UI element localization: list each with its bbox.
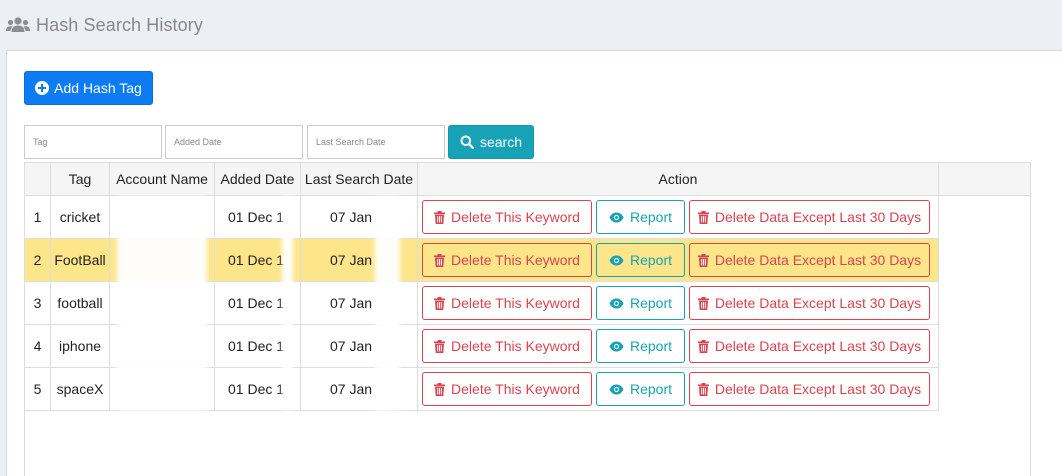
delete-except-label: Delete Data Except Last 30 Days <box>714 209 922 225</box>
users-icon <box>6 16 30 34</box>
tag-cell: spaceX <box>51 368 110 410</box>
trash-icon <box>434 382 446 396</box>
row-number: 3 <box>25 282 51 324</box>
column-header-account-name[interactable]: Account Name <box>110 163 215 195</box>
add-hash-tag-label: Add Hash Tag <box>54 80 142 96</box>
action-cell: Delete This Keyword Report Delete Data Exc… <box>418 325 939 367</box>
last-search-date-redaction <box>375 196 400 411</box>
added-date-redaction <box>282 196 293 411</box>
row-number: 5 <box>25 368 51 410</box>
trash-icon <box>697 339 709 353</box>
column-header-action: Action <box>418 163 939 195</box>
report-button[interactable]: Report <box>596 372 685 406</box>
trash-icon <box>697 382 709 396</box>
tag-cell: FootBall <box>51 239 110 281</box>
delete-keyword-button[interactable]: Delete This Keyword <box>422 200 592 234</box>
grid-header: Tag Account Name Added Date Last Search … <box>25 163 1030 196</box>
eye-icon <box>609 341 624 351</box>
trash-icon <box>434 296 446 310</box>
delete-keyword-label: Delete This Keyword <box>451 252 580 268</box>
page-title: Hash Search History <box>36 14 203 35</box>
search-label: search <box>479 134 523 150</box>
last-search-date-cell: 07 Jan <box>301 196 418 238</box>
last-search-date-filter-input[interactable] <box>307 125 445 159</box>
delete-except-label: Delete Data Except Last 30 Days <box>714 295 922 311</box>
column-header-last-search-date[interactable]: Last Search Date <box>301 163 418 195</box>
search-button[interactable]: search <box>448 125 534 159</box>
action-cell: Delete This Keyword Report Delete Data Exc… <box>418 282 939 324</box>
delete-except-label: Delete Data Except Last 30 Days <box>714 381 922 397</box>
report-label: Report <box>629 381 673 397</box>
trash-icon <box>434 253 446 267</box>
last-search-date-cell: 07 Jan <box>301 368 418 410</box>
search-icon <box>460 135 474 149</box>
eye-icon <box>609 298 624 308</box>
plus-circle-icon <box>35 81 50 95</box>
delete-keyword-button[interactable]: Delete This Keyword <box>422 372 592 406</box>
row-number: 4 <box>25 325 51 367</box>
delete-except-last-30-days-button[interactable]: Delete Data Except Last 30 Days <box>689 200 930 234</box>
report-button[interactable]: Report <box>596 286 685 320</box>
report-label: Report <box>629 252 673 268</box>
column-header-row-number <box>25 163 51 195</box>
content-panel: Add Hash Tag search Tag Account Name Add… <box>6 50 1062 476</box>
add-hash-tag-button[interactable]: Add Hash Tag <box>24 71 153 105</box>
report-button[interactable]: Report <box>596 243 685 277</box>
action-cell: Delete This Keyword Report Delete Data Exc… <box>418 368 939 410</box>
delete-except-last-30-days-button[interactable]: Delete Data Except Last 30 Days <box>689 372 930 406</box>
action-cell: Delete This Keyword Report Delete Data Exc… <box>418 239 939 281</box>
delete-keyword-button[interactable]: Delete This Keyword <box>422 243 592 277</box>
page-header: Hash Search History <box>0 0 1062 50</box>
delete-keyword-label: Delete This Keyword <box>451 338 580 354</box>
eye-icon <box>609 255 624 265</box>
delete-keyword-button[interactable]: Delete This Keyword <box>422 286 592 320</box>
last-search-date-cell: 07 Jan <box>301 282 418 324</box>
trash-icon <box>697 210 709 224</box>
delete-except-label: Delete Data Except Last 30 Days <box>714 338 922 354</box>
tag-cell: cricket <box>51 196 110 238</box>
row-number: 2 <box>25 239 51 281</box>
eye-icon <box>609 212 624 222</box>
report-button[interactable]: Report <box>596 329 685 363</box>
account-name-redaction <box>117 196 207 411</box>
tag-cell: iphone <box>51 325 110 367</box>
delete-except-last-30-days-button[interactable]: Delete Data Except Last 30 Days <box>689 286 930 320</box>
delete-keyword-label: Delete This Keyword <box>451 295 580 311</box>
delete-except-last-30-days-button[interactable]: Delete Data Except Last 30 Days <box>689 243 930 277</box>
delete-except-last-30-days-button[interactable]: Delete Data Except Last 30 Days <box>689 329 930 363</box>
column-header-added-date[interactable]: Added Date <box>215 163 301 195</box>
column-header-filler <box>939 163 1030 195</box>
tag-cell: football <box>51 282 110 324</box>
report-label: Report <box>629 295 673 311</box>
added-date-filter-input[interactable] <box>165 125 303 159</box>
delete-keyword-button[interactable]: Delete This Keyword <box>422 329 592 363</box>
delete-except-label: Delete Data Except Last 30 Days <box>714 252 922 268</box>
tag-filter-input[interactable] <box>24 125 162 159</box>
report-label: Report <box>629 209 673 225</box>
trash-icon <box>697 253 709 267</box>
action-cell: Delete This Keyword Report Delete Data Exc… <box>418 196 939 238</box>
last-search-date-cell: 07 Jan <box>301 325 418 367</box>
trash-icon <box>434 339 446 353</box>
row-number: 1 <box>25 196 51 238</box>
eye-icon <box>609 384 624 394</box>
column-header-tag[interactable]: Tag <box>51 163 110 195</box>
trash-icon <box>434 210 446 224</box>
report-label: Report <box>629 338 673 354</box>
delete-keyword-label: Delete This Keyword <box>451 209 580 225</box>
last-search-date-cell: 07 Jan <box>301 239 418 281</box>
hash-tag-grid: Tag Account Name Added Date Last Search … <box>24 162 1031 476</box>
trash-icon <box>697 296 709 310</box>
delete-keyword-label: Delete This Keyword <box>451 381 580 397</box>
report-button[interactable]: Report <box>596 200 685 234</box>
